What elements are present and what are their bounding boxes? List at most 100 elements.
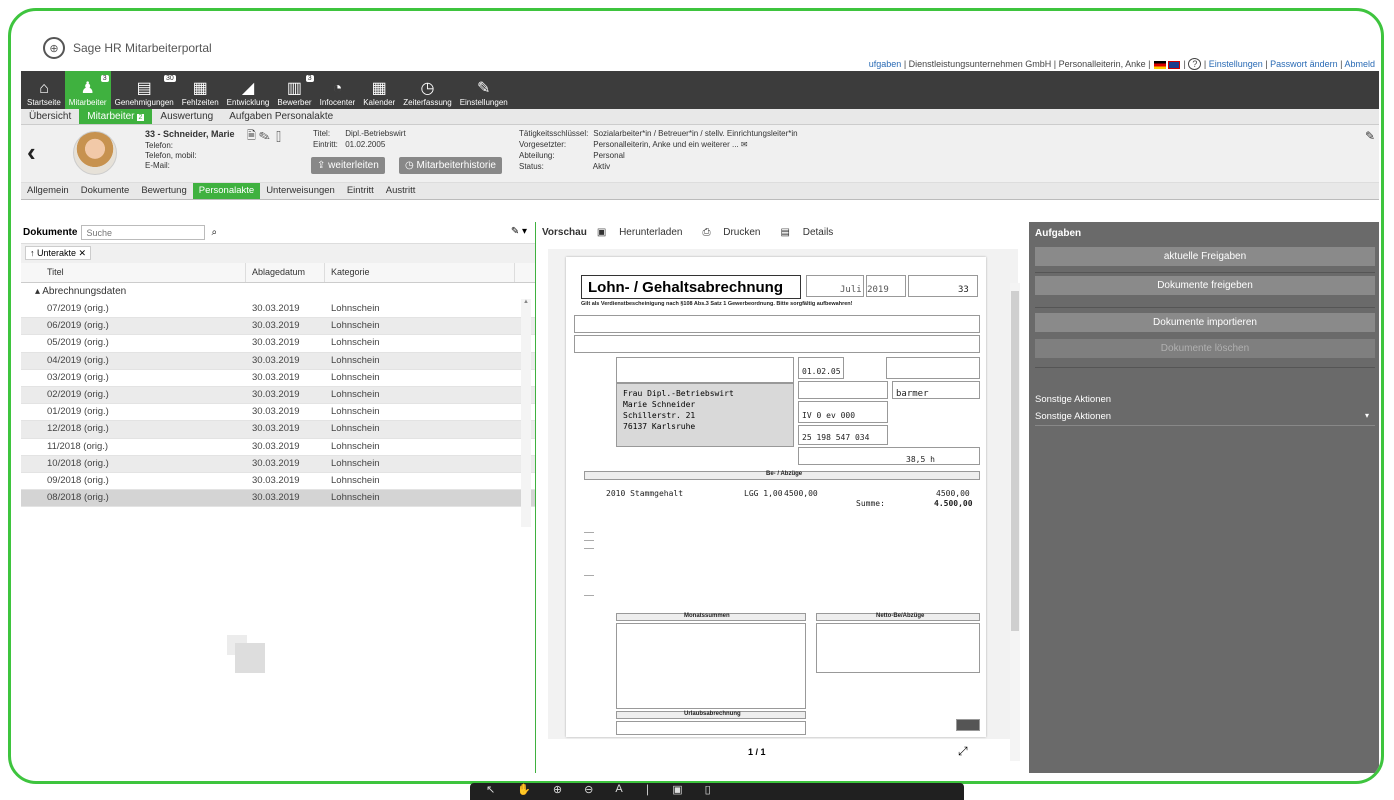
- tab-eintritt[interactable]: Eintritt: [341, 183, 380, 199]
- delete-documents-button[interactable]: Dokumente löschen: [1035, 339, 1375, 358]
- preview-panel: Vorschau ▣ Herunterladen ⎙ Drucken ▤ Det…: [538, 222, 1028, 773]
- employee-name: 33 - Schneider, Marie: [145, 129, 235, 139]
- nav-kalender[interactable]: ▦ Kalender: [359, 71, 399, 109]
- pointer-icon[interactable]: ↖: [486, 783, 495, 800]
- top-links: ufgaben | Dienstleistungsunternehmen Gmb…: [868, 58, 1375, 70]
- tab-auswertung[interactable]: Auswertung: [152, 109, 221, 124]
- unterakte-chip[interactable]: ↑ Unterakte ✕: [25, 246, 92, 260]
- tab-mitarbeiter[interactable]: Mitarbeiter 2: [79, 109, 153, 124]
- tasks-title: Aufgaben: [1035, 228, 1082, 239]
- save-icon[interactable]: ▣: [672, 783, 682, 800]
- table-row[interactable]: 09/2018 (orig.) 30.03.2019 Lohnschein: [21, 473, 535, 491]
- mail-icon[interactable]: ✉: [741, 140, 748, 149]
- mobile-label: Telefon, mobil:: [145, 151, 197, 160]
- other-actions-select[interactable]: Sonstige Aktionen ▾: [1035, 408, 1375, 426]
- col-kategorie[interactable]: Kategorie: [325, 263, 515, 282]
- tab-personalakte[interactable]: Personalakte: [192, 183, 261, 199]
- nav-genehmigungen[interactable]: ▤ 30 Genehmigungen: [111, 71, 178, 109]
- forward-button[interactable]: ⇪ weiterleiten: [311, 157, 385, 174]
- download-button[interactable]: ▣ Herunterladen: [597, 227, 693, 238]
- nav-mitarbeiter[interactable]: ♟ 3 Mitarbeiter: [64, 71, 111, 109]
- german-flag-icon[interactable]: [1154, 60, 1166, 69]
- col-ablagedatum[interactable]: Ablagedatum: [246, 263, 325, 282]
- text-icon[interactable]: A: [615, 783, 622, 800]
- table-row[interactable]: 03/2019 (orig.) 30.03.2019 Lohnschein: [21, 370, 535, 387]
- page-indicator: 1 / 1: [748, 747, 766, 757]
- table-row-selected[interactable]: 08/2018 (orig.) 30.03.2019 Lohnschein: [21, 490, 535, 508]
- preview-label: Vorschau: [542, 227, 587, 238]
- print-button[interactable]: ⎙ Drucken: [702, 227, 770, 238]
- nav-startseite[interactable]: ⌂ Startseite: [23, 71, 65, 109]
- table-row[interactable]: 11/2018 (orig.) 30.03.2019 Lohnschein: [21, 439, 535, 456]
- hand-icon[interactable]: ✋: [517, 783, 531, 800]
- tab-dokumente[interactable]: Dokumente: [75, 183, 136, 199]
- netto-header: Netto-Be/Abzüge: [876, 613, 925, 619]
- zoom-in-icon[interactable]: ⊕: [553, 783, 562, 800]
- activity-field: Tätigkeitsschlüssel: Sozialarbeiter*in /…: [519, 129, 798, 138]
- search-input[interactable]: [81, 225, 206, 240]
- logout-link[interactable]: Abmeld: [1344, 59, 1375, 69]
- zoom-out-icon[interactable]: ⊖: [584, 783, 593, 800]
- sage-logo-icon: ⊕: [43, 37, 65, 59]
- table-row[interactable]: 06/2019 (orig.) 30.03.2019 Lohnschein: [21, 318, 535, 336]
- nav-bewerber[interactable]: ▥ 3 Bewerber: [273, 71, 315, 109]
- table-row[interactable]: 04/2019 (orig.) 30.03.2019 Lohnschein: [21, 352, 535, 370]
- payslip-persnr: 33: [958, 285, 969, 295]
- line-icon[interactable]: ∣: [645, 783, 651, 800]
- payslip-title: Lohn- / Gehaltsabrechnung: [581, 275, 801, 299]
- tasks-link[interactable]: ufgaben: [869, 59, 902, 69]
- table-row[interactable]: 01/2019 (orig.) 30.03.2019 Lohnschein: [21, 404, 535, 422]
- tab-aufgaben-personalakte[interactable]: Aufgaben Personalakte: [221, 109, 341, 124]
- table-scrollbar[interactable]: ▲: [521, 299, 531, 527]
- payslip-steuerklasse: IV 0 ev 000: [802, 411, 856, 420]
- delete-icon[interactable]: ▯: [705, 783, 711, 800]
- table-row[interactable]: 05/2019 (orig.) 30.03.2019 Lohnschein: [21, 335, 535, 353]
- calendar-icon: ▦: [371, 80, 387, 97]
- tab-badge: 2: [136, 114, 145, 121]
- nav-fehlzeiten[interactable]: ▦ Fehlzeiten: [178, 71, 223, 109]
- tab-uebersicht[interactable]: Übersicht: [21, 109, 79, 124]
- details-button[interactable]: ▤ Details: [780, 227, 843, 238]
- table-row[interactable]: 10/2018 (orig.) 30.03.2019 Lohnschein: [21, 455, 535, 473]
- table-row[interactable]: 12/2018 (orig.) 30.03.2019 Lohnschein: [21, 421, 535, 439]
- tab-allgemein[interactable]: Allgemein: [21, 183, 75, 199]
- wrench-icon[interactable]: ✎ ▾: [511, 226, 527, 237]
- english-flag-icon[interactable]: [1168, 60, 1180, 69]
- preview-viewport[interactable]: Lohn- / Gehaltsabrechnung Juli 2019 33 G…: [548, 249, 1020, 761]
- edit-icon[interactable]: ✎: [259, 130, 270, 142]
- scrollbar-thumb[interactable]: [1011, 291, 1019, 631]
- approve-documents-button[interactable]: Dokumente freigeben: [1035, 276, 1375, 295]
- fullscreen-icon[interactable]: ⤢: [958, 744, 968, 759]
- tab-austritt[interactable]: Austritt: [380, 183, 422, 199]
- title-field: Titel: Dipl.-Betriebswirt: [313, 129, 406, 138]
- blank-document-icon[interactable]: ▯: [273, 130, 284, 142]
- employee-profile: ‹ 33 - Schneider, Marie 🗎 ✎ ▯ Telefon: T…: [21, 125, 1379, 183]
- nav-infocenter[interactable]: ◔ Infocenter: [316, 71, 360, 109]
- settings-link[interactable]: Einstellungen: [1209, 59, 1263, 69]
- history-button[interactable]: ◷ Mitarbeiterhistorie: [399, 157, 502, 174]
- table-row[interactable]: 07/2019 (orig.) 30.03.2019 Lohnschein: [21, 301, 535, 319]
- browser-frame: ⊕ Sage HR Mitarbeiterportal ufgaben | Di…: [8, 8, 1384, 784]
- preview-scrollbar[interactable]: [1010, 283, 1020, 761]
- import-documents-button[interactable]: Dokumente importieren: [1035, 313, 1375, 332]
- nav-entwicklung[interactable]: ◢ Entwicklung: [223, 71, 274, 109]
- table-row[interactable]: 02/2019 (orig.) 30.03.2019 Lohnschein: [21, 386, 535, 405]
- back-arrow-icon[interactable]: ‹: [27, 137, 36, 168]
- clock-icon: ◷: [420, 80, 435, 97]
- nav-einstellungen[interactable]: ✎ Einstellungen: [456, 71, 512, 109]
- tab-bewertung[interactable]: Bewertung: [135, 183, 192, 199]
- current-approvals-button[interactable]: aktuelle Freigaben: [1035, 247, 1375, 266]
- main-nav: ⌂ Startseite ♟ 3 Mitarbeiter ▤ 30 Genehmigung…: [21, 71, 1379, 109]
- help-icon[interactable]: ?: [1188, 58, 1202, 70]
- document-icon[interactable]: 🗎: [247, 130, 256, 142]
- change-password-link[interactable]: Passwort ändern: [1270, 59, 1338, 69]
- wrench-icon[interactable]: ✎: [1365, 129, 1375, 143]
- search-icon[interactable]: ⌕: [211, 227, 217, 238]
- group-row[interactable]: ▴ Abrechnungsdaten: [21, 283, 535, 301]
- tab-unterweisungen[interactable]: Unterweisungen: [260, 183, 341, 199]
- col-titel[interactable]: Titel: [21, 263, 246, 282]
- supervisor-field: Vorgesetzter: Personalleiterin, Anke und…: [519, 140, 748, 149]
- nav-zeiterfassung[interactable]: ◷ Zeiterfassung: [399, 71, 455, 109]
- filter-row: ↑ Unterakte ✕: [21, 243, 535, 263]
- address-block: Frau Dipl.-Betriebswirt Marie Schneider …: [616, 383, 794, 447]
